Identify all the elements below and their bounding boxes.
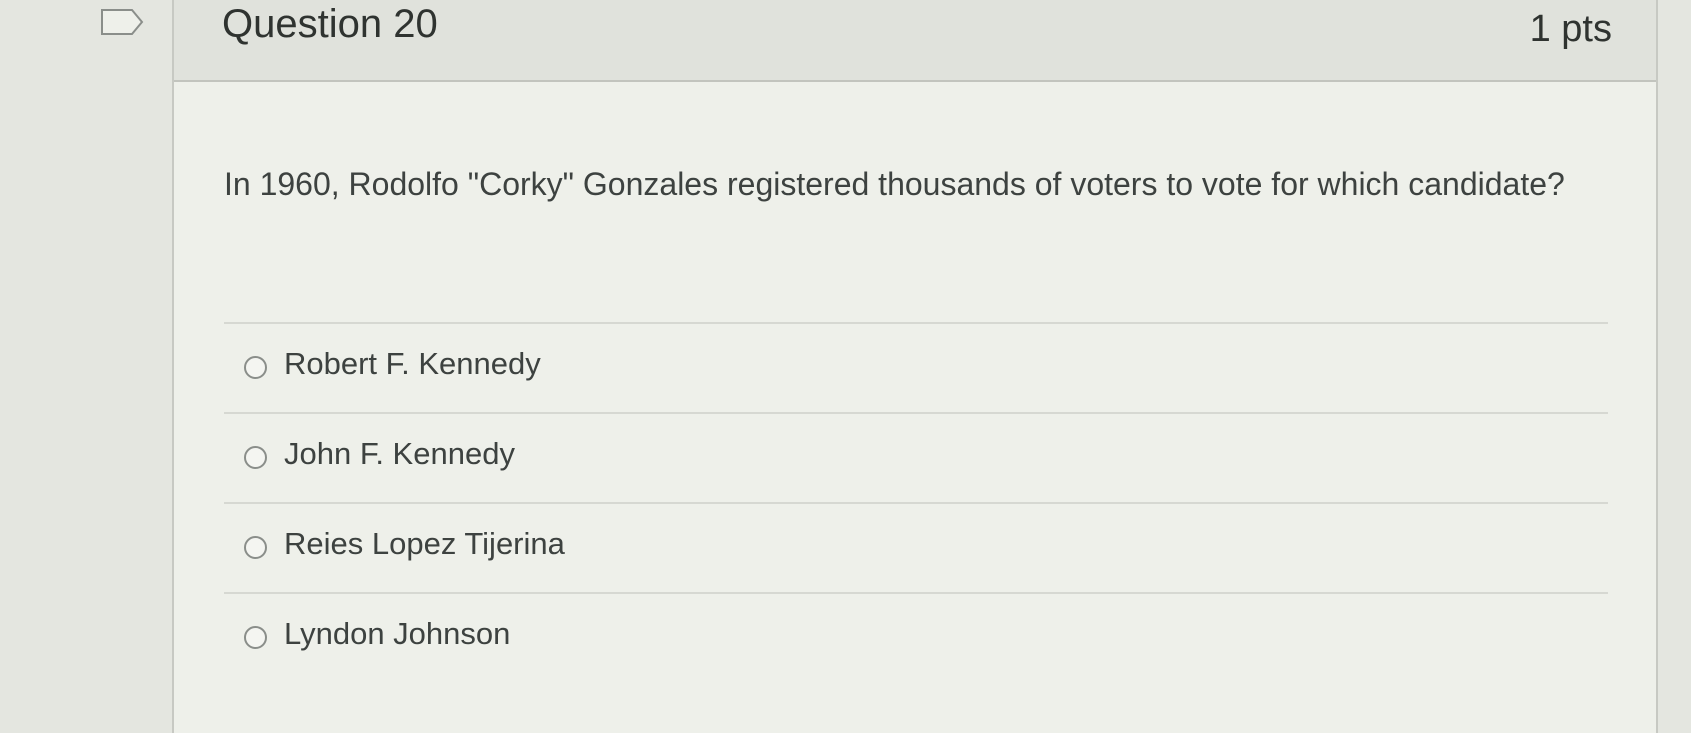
question-title: Question 20 bbox=[222, 2, 438, 46]
answer-label: Robert F. Kennedy bbox=[284, 346, 541, 381]
flag-icon bbox=[101, 9, 144, 35]
answer-option-reies-tijerina[interactable]: Reies Lopez Tijerina bbox=[224, 502, 1608, 592]
answer-option-robert-kennedy[interactable]: Robert F. Kennedy bbox=[224, 322, 1608, 412]
answer-option-john-kennedy[interactable]: John F. Kennedy bbox=[224, 412, 1608, 502]
question-points: 1 pts bbox=[1529, 8, 1612, 50]
radio-unchecked-icon[interactable] bbox=[244, 356, 267, 379]
radio-unchecked-icon[interactable] bbox=[244, 536, 267, 559]
answer-option-lyndon-johnson[interactable]: Lyndon Johnson bbox=[224, 592, 1608, 682]
answer-label: John F. Kennedy bbox=[284, 436, 515, 471]
answer-label: Lyndon Johnson bbox=[284, 616, 511, 651]
answer-list: Robert F. Kennedy John F. Kennedy Reies … bbox=[224, 322, 1608, 682]
radio-unchecked-icon[interactable] bbox=[244, 626, 267, 649]
question-card: Question 20 1 pts In 1960, Rodolfo "Cork… bbox=[172, 0, 1658, 733]
question-text: In 1960, Rodolfo "Corky" Gonzales regist… bbox=[224, 166, 1565, 202]
answer-label: Reies Lopez Tijerina bbox=[284, 526, 565, 561]
flag-question-button[interactable] bbox=[100, 8, 144, 36]
question-header: Question 20 1 pts bbox=[174, 0, 1656, 82]
radio-unchecked-icon[interactable] bbox=[244, 446, 267, 469]
quiz-page: Question 20 1 pts In 1960, Rodolfo "Cork… bbox=[0, 0, 1691, 733]
